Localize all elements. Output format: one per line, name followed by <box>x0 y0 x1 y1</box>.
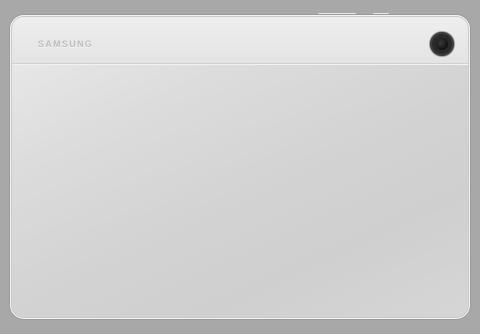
product-photo-background: SAMSUNG <box>0 0 480 334</box>
tablet-back-panel: SAMSUNG <box>10 15 470 319</box>
band-divider <box>12 64 468 65</box>
camera-lens-icon <box>436 38 448 50</box>
brand-logo: SAMSUNG <box>38 39 94 49</box>
camera-icon <box>430 32 454 56</box>
